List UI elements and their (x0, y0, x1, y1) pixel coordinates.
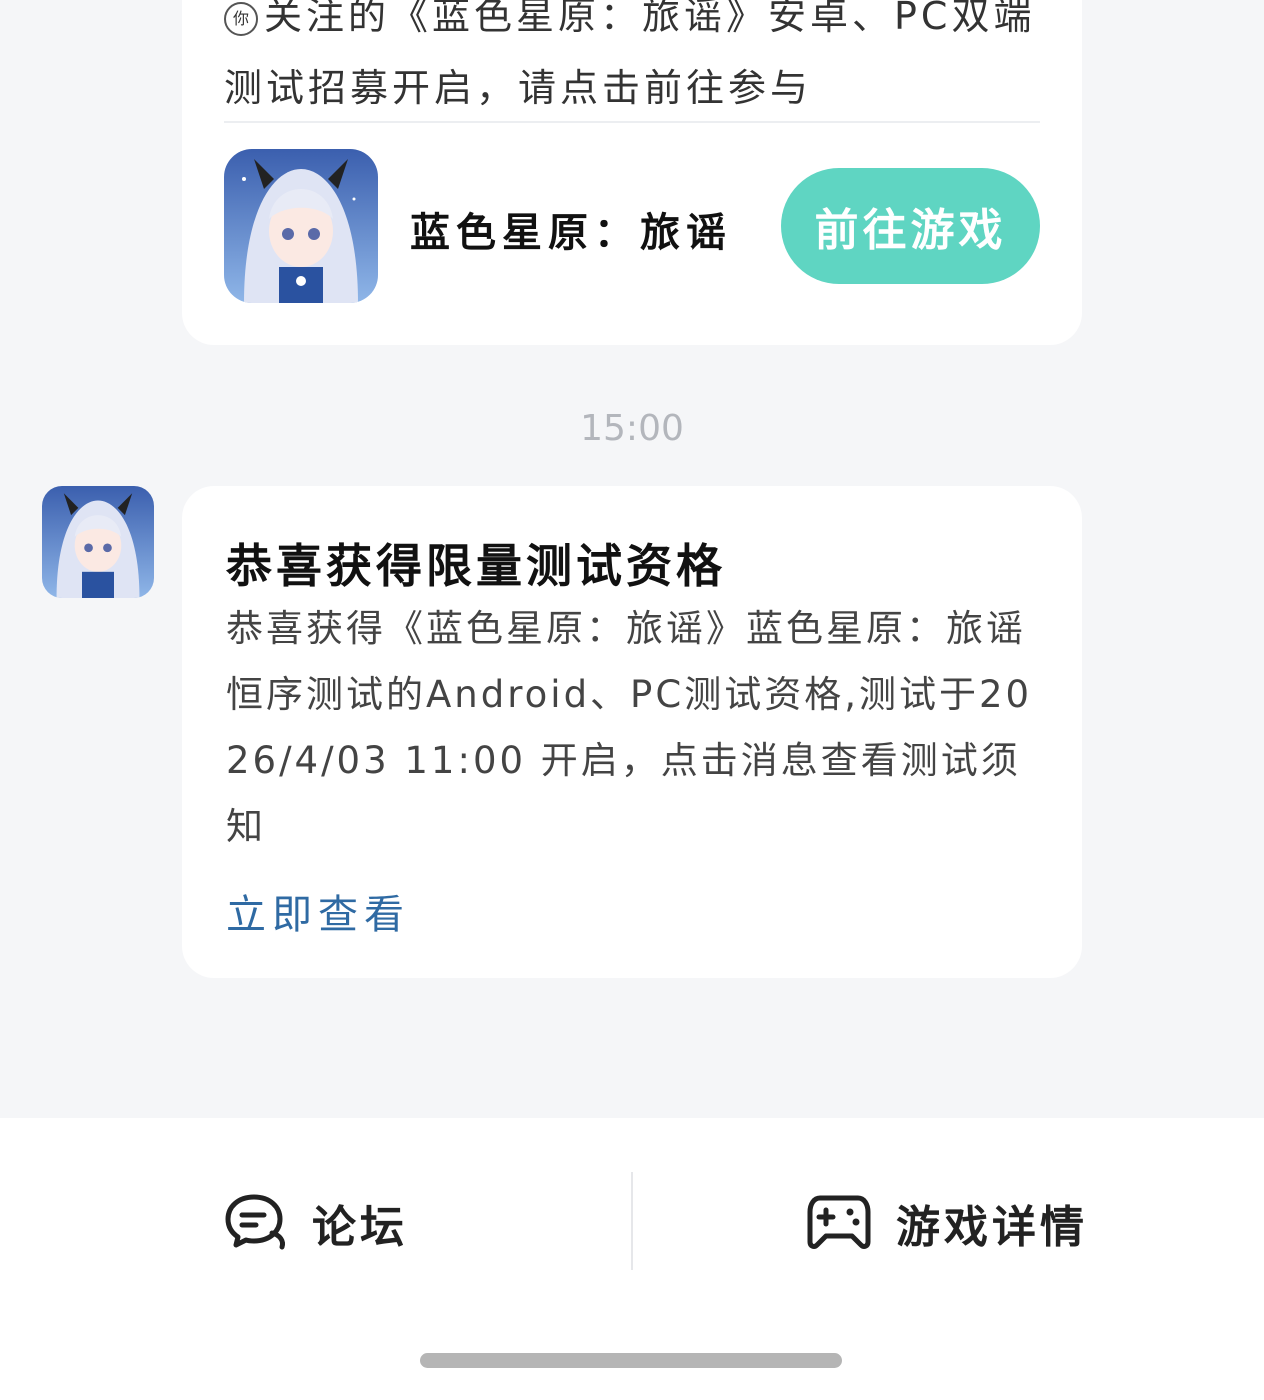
game-details-label: 游戏详情 (896, 1202, 1088, 1253)
game-icon[interactable] (224, 149, 378, 303)
notice-text: 你关注的《蓝色星原：旅谣》安卓、PC双端 测试招募开启，请点击前往参与 (224, 0, 1044, 124)
bar-separator (631, 1172, 633, 1270)
chat-bubble-icon (224, 1191, 288, 1255)
game-details-tab[interactable]: 游戏详情 (806, 1188, 1088, 1258)
message-body: 恭喜获得《蓝色星原：旅谣》蓝色星原：旅谣恒序测试的Android、PC测试资格,… (226, 607, 1033, 848)
notice-text-line1: 关注的《蓝色星原：旅谣》安卓、PC双端 (264, 0, 1036, 38)
notice-text-line2: 测试招募开启，请点击前往参与 (224, 66, 813, 110)
message-title: 恭喜获得限量测试资格 (226, 539, 726, 593)
gamepad-icon (806, 1192, 872, 1254)
you-mark-icon: 你 (224, 1, 258, 36)
view-now-link[interactable]: 立即查看 (226, 882, 410, 940)
game-notice-card: 你关注的《蓝色星原：旅谣》安卓、PC双端 测试招募开启，请点击前往参与 蓝色星原… (182, 0, 1082, 345)
message-timestamp: 15:00 (580, 408, 684, 449)
forum-tab[interactable]: 论坛 (224, 1188, 408, 1258)
home-indicator[interactable] (420, 1353, 842, 1368)
forum-label: 论坛 (312, 1202, 408, 1253)
qualification-message-card[interactable]: 恭喜获得限量测试资格 恭喜获得《蓝色星原：旅谣》蓝色星原：旅谣恒序测试的Andr… (182, 486, 1082, 978)
card-divider (224, 121, 1040, 123)
go-to-game-button[interactable]: 前往游戏 (781, 168, 1040, 284)
sender-avatar[interactable] (42, 486, 154, 598)
game-name: 蓝色星原：旅谣 (410, 210, 732, 256)
